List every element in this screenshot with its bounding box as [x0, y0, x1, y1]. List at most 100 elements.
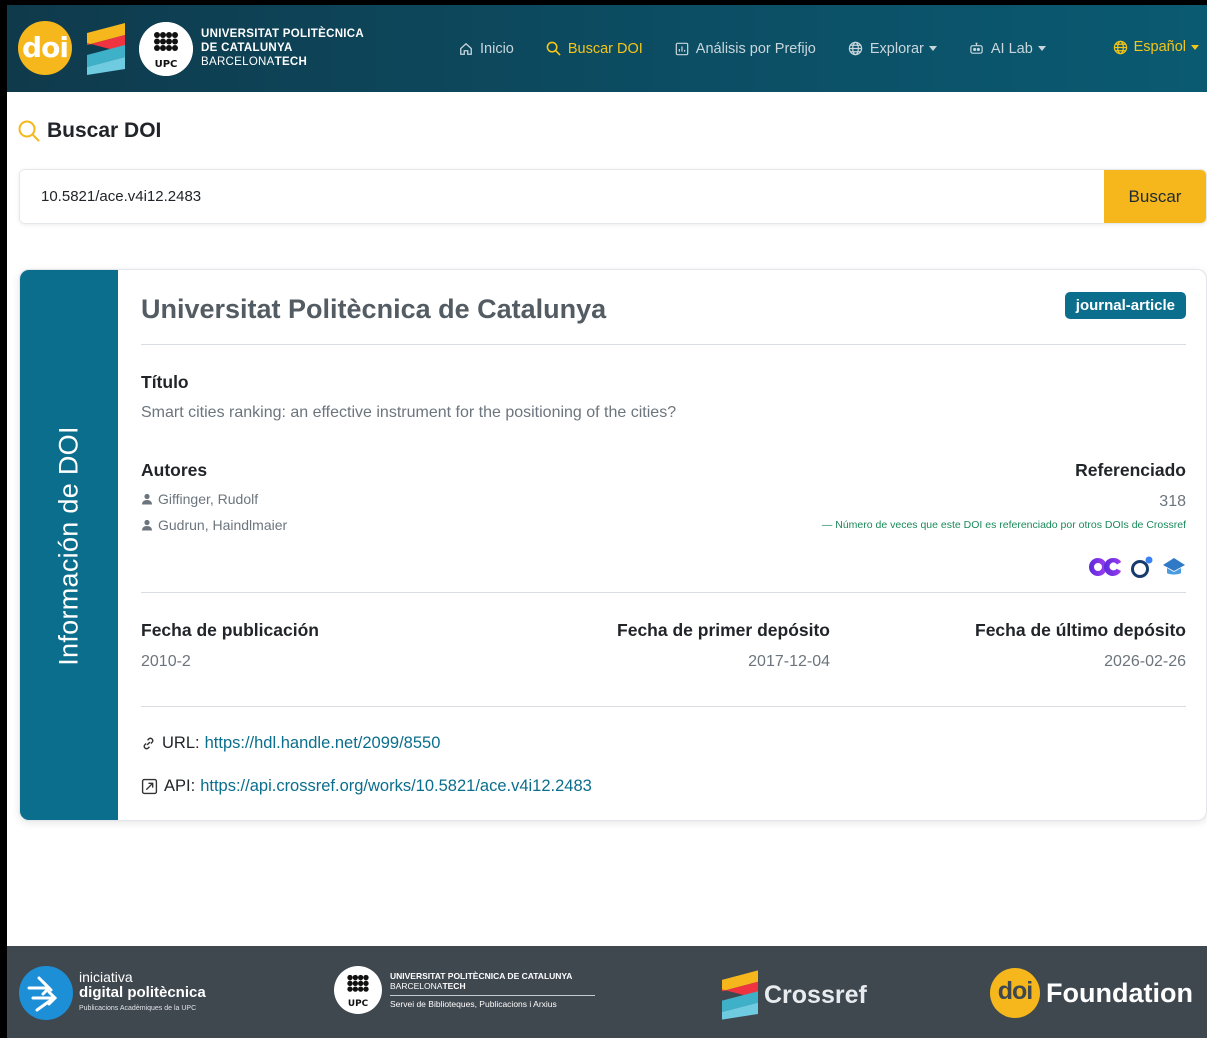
opencitations-icon[interactable]	[1086, 555, 1124, 579]
search-icon	[546, 41, 561, 56]
scholar-cap-icon[interactable]	[1162, 556, 1186, 578]
language-label: Español	[1133, 39, 1186, 55]
card-body: Universitat Politècnica de Catalunya jou…	[141, 270, 1186, 820]
upc-line3-b: TECH	[274, 56, 308, 68]
search-button[interactable]: Buscar	[1104, 170, 1206, 223]
doi-logo[interactable]: doi	[18, 21, 72, 75]
upc-line1: UNIVERSITAT POLITÈCNICA	[201, 28, 365, 40]
author-item: Giffinger, Rudolf	[141, 491, 258, 507]
pub-date-label: Fecha de publicación	[141, 620, 319, 640]
first-deposit-value: 2017-12-04	[748, 653, 830, 670]
footer-idp-logo[interactable]: iniciativa digital politècnica Publicaci…	[19, 966, 206, 1020]
nav-item-inicio[interactable]: Inicio	[459, 41, 514, 57]
authors-label: Autores	[141, 460, 208, 480]
upc-line3-a: BARCELONA	[201, 56, 275, 68]
footer: iniciativa digital politècnica Publicaci…	[7, 946, 1207, 1038]
url-row: URL: https://hdl.handle.net/2099/8550	[141, 734, 440, 753]
url-label: URL:	[162, 734, 200, 752]
app-frame: doi UPC UNIVERSITAT POLITÈCNICA DE CATAL…	[7, 5, 1207, 1038]
crossref-logo-icon	[722, 970, 758, 1020]
doi-search-input[interactable]	[20, 170, 1104, 223]
last-deposit-value: 2026-02-26	[1104, 653, 1186, 670]
title-value: Smart cities ranking: an effective instr…	[141, 404, 677, 421]
doi-circle-icon: doi	[990, 968, 1040, 1018]
nav-item-label: Análisis por Prefijo	[695, 40, 816, 57]
nav-item-label: Inicio	[480, 40, 514, 57]
first-deposit-label: Fecha de primer depósito	[617, 620, 830, 640]
globe-icon	[848, 41, 863, 56]
referenced-label: Referenciado	[1075, 460, 1186, 480]
idp-line1: iniciativa	[79, 969, 133, 985]
home-icon	[460, 42, 472, 55]
page-title-text: Buscar DOI	[47, 119, 162, 142]
publisher-name: Universitat Politècnica de Catalunya	[141, 294, 607, 324]
chevron-down-icon	[1037, 46, 1046, 51]
page-title: Buscar DOI	[17, 119, 161, 143]
chart-icon	[675, 42, 689, 55]
api-label: API:	[164, 777, 196, 795]
footer-doi-mark: doi	[997, 977, 1034, 1005]
last-deposit-label: Fecha de último depósito	[975, 620, 1186, 640]
divider	[141, 592, 1186, 593]
footer-upc-logo[interactable]: UPC UNIVERSITAT POLITÈCNICA DE CATALUNYA…	[334, 966, 595, 1014]
divider	[141, 706, 1186, 707]
crossref-logo-icon[interactable]	[87, 23, 125, 75]
footer-upc-line2-a: BARCELONA	[390, 981, 443, 991]
dimensions-icon[interactable]	[1130, 555, 1156, 579]
nav-item-buscar-doi[interactable]: Buscar DOI	[546, 41, 643, 57]
nav-item-explorar[interactable]: Explorar	[848, 41, 937, 57]
nav-item-label: Explorar	[869, 40, 924, 57]
navbar: doi UPC UNIVERSITAT POLITÈCNICA DE CATAL…	[7, 5, 1207, 92]
globe-icon	[1113, 40, 1127, 54]
nav-links: Inicio Buscar DOI Análisis por Prefijo E…	[459, 5, 1078, 92]
crossref-wordmark: Crossref	[764, 980, 867, 1009]
author-name: Gudrun, Haindlmaier	[158, 517, 288, 533]
language-selector[interactable]: Español	[1113, 39, 1199, 55]
doi-info-card: Información de DOI Universitat Politècni…	[19, 269, 1207, 821]
nav-item-label: AI Lab	[990, 40, 1033, 57]
footer-upc-line2-b: TECH	[442, 981, 466, 991]
api-row: API: https://api.crossref.org/works/10.5…	[141, 777, 592, 796]
idp-arrows-icon	[19, 966, 73, 1020]
footer-doi-foundation-logo[interactable]: doi Foundation	[990, 968, 1193, 1018]
referenced-value: 318	[1159, 493, 1186, 510]
title-label: Título	[141, 372, 189, 392]
footer-crossref-logo[interactable]: Crossref	[722, 970, 867, 1020]
pub-date-value: 2010-2	[141, 653, 191, 670]
metrics-icons	[1080, 555, 1186, 579]
search-bar: Buscar	[19, 169, 1207, 224]
upc-logo-icon: UPC	[334, 966, 382, 1014]
nav-item-ai-lab[interactable]: AI Lab	[969, 41, 1046, 57]
idp-line2: digital politècnica	[79, 984, 206, 1001]
api-link[interactable]: https://api.crossref.org/works/10.5821/a…	[200, 777, 592, 796]
upc-wordmark: UNIVERSITAT POLITÈCNICA DE CATALUNYA BAR…	[201, 27, 364, 69]
upc-logo-icon[interactable]: UPC	[139, 22, 193, 76]
robot-icon	[970, 42, 983, 54]
upc-logo-mark: UPC	[155, 59, 178, 70]
card-side-panel: Información de DOI	[20, 270, 118, 820]
idp-line3: Publicacions Acadèmiques de la UPC	[79, 1005, 197, 1012]
author-item: Gudrun, Haindlmaier	[141, 517, 287, 533]
foundation-wordmark: Foundation	[1046, 977, 1193, 1008]
card-side-label: Información de DOI	[53, 426, 84, 666]
url-link[interactable]: https://hdl.handle.net/2099/8550	[205, 734, 441, 753]
footer-upc-line1: UNIVERSITAT POLITÈCNICA DE CATALUNYA	[390, 971, 573, 981]
doi-logo-text: doi	[22, 31, 69, 64]
footer-upc-line3: Servei de Biblioteques, Publicacions i A…	[390, 999, 557, 1009]
footer-upc-mark: UPC	[348, 999, 368, 1009]
external-link-icon	[141, 778, 158, 795]
footer-upc-separator	[390, 995, 595, 996]
referenced-note: — Número de veces que este DOI es refere…	[821, 519, 1186, 531]
divider	[141, 344, 1186, 345]
nav-item-label: Buscar DOI	[567, 40, 643, 57]
chevron-down-icon	[1191, 44, 1199, 50]
author-name: Giffinger, Rudolf	[158, 491, 259, 507]
type-badge: journal-article	[1064, 292, 1186, 319]
link-icon	[143, 737, 154, 750]
search-icon	[18, 120, 40, 142]
user-icon	[142, 493, 152, 505]
upc-line2: DE CATALUNYA	[201, 42, 293, 54]
chevron-down-icon	[928, 46, 937, 51]
nav-item-analisis-prefijo[interactable]: Análisis por Prefijo	[675, 41, 816, 57]
user-icon	[142, 519, 152, 531]
